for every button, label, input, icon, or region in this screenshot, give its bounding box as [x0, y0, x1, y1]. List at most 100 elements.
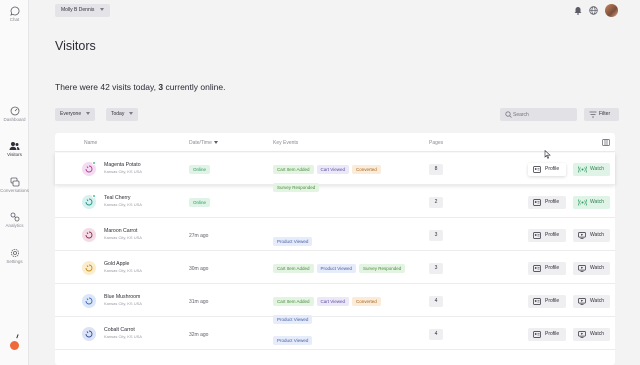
table-row[interactable]: Magenta Potato Kansas City, KS USA Online C…: [55, 153, 615, 192]
sidebar-item-label: Chat: [9, 17, 20, 22]
sidebar-item-label: Analytics: [5, 223, 24, 228]
replay-monitor-icon: [578, 298, 586, 305]
table-row[interactable]: Blue Mushroom Kansas City, KS USA 31m ago C…: [55, 285, 615, 324]
status-badge: Online: [189, 198, 211, 207]
profile-button[interactable]: Profile: [528, 328, 566, 341]
column-datetime[interactable]: Date/Time: [189, 140, 218, 146]
filter-button[interactable]: Filter: [584, 108, 619, 121]
sidebar-item-settings[interactable]: Settings: [0, 248, 29, 264]
event-tag: Cart Viewed: [316, 297, 349, 306]
table-row[interactable]: Cobalt Carrot Kansas City, KS USA 32m ago P…: [55, 318, 615, 350]
visit-time: 30m ago: [189, 266, 209, 272]
event-tag: Cart Item Added: [273, 297, 314, 306]
columns-icon[interactable]: [602, 139, 610, 146]
visitor-name[interactable]: Blue Mushroom: [104, 294, 140, 300]
watch-live-button[interactable]: Watch: [573, 163, 610, 176]
profile-card-icon: [533, 331, 541, 338]
profile-label: Profile: [545, 331, 560, 337]
status-badge: Online: [189, 165, 211, 174]
online-count: 3: [158, 82, 164, 92]
avatar[interactable]: [605, 4, 618, 17]
watch-button[interactable]: Watch: [573, 328, 610, 341]
watch-button[interactable]: Watch: [573, 295, 610, 308]
visit-time: 31m ago: [189, 299, 209, 305]
event-tag: Product Viewed: [273, 336, 313, 345]
visitor-name[interactable]: Maroon Carrot: [104, 228, 137, 234]
profile-card-icon: [533, 199, 541, 206]
sidebar-item-dashboard[interactable]: Dashboard: [0, 106, 29, 122]
table-row[interactable]: Gold Apple Kansas City, KS USA 30m ago Cart…: [55, 252, 615, 284]
key-events: Product Viewed: [273, 329, 423, 347]
mouse-cursor-icon: [544, 150, 551, 159]
profile-button[interactable]: Profile: [528, 229, 566, 242]
event-tag: Converted: [351, 297, 381, 306]
visitor-icon: [82, 327, 96, 341]
online-indicator: [92, 161, 96, 165]
watch-label: Watch: [590, 265, 604, 271]
watch-label: Watch: [590, 232, 604, 238]
profile-card-icon: [533, 298, 541, 305]
gauge-icon: [10, 106, 19, 116]
sidebar-item-analytics[interactable]: Analytics: [0, 212, 29, 228]
sidebar-item-label: Settings: [6, 259, 23, 264]
sidebar-item-chat[interactable]: Chat: [0, 6, 29, 22]
table-row[interactable]: Maroon Carrot Kansas City, KS USA 27m ago P…: [55, 219, 615, 251]
event-tag: Product Viewed: [273, 237, 313, 246]
sidebar-item-label: Visitors: [7, 152, 22, 157]
search-box[interactable]: [500, 108, 577, 121]
visitor-icon: [82, 161, 96, 176]
column-name[interactable]: Name: [84, 140, 97, 146]
bell-icon[interactable]: [574, 6, 582, 15]
search-input[interactable]: [513, 108, 573, 121]
visitor-location: Kansas City, KS USA: [104, 202, 142, 207]
visitor-name[interactable]: Gold Apple: [104, 261, 129, 267]
column-pages[interactable]: Pages: [429, 140, 443, 146]
table-header: Name Date/Time Key Events Pages: [55, 133, 615, 152]
profile-card-icon: [533, 232, 541, 239]
pages-count: 8: [429, 164, 443, 175]
sidebar-item-conversations[interactable]: Conversations: [0, 177, 29, 193]
column-key-events[interactable]: Key Events: [273, 140, 298, 146]
chevron-down-icon: [129, 112, 134, 116]
sort-desc-icon: [213, 141, 218, 145]
visit-time: 27m ago: [189, 233, 209, 239]
visitor-location: Kansas City, KS USA: [104, 235, 142, 240]
profile-button[interactable]: Profile: [528, 163, 566, 176]
pages-count: 4: [429, 329, 443, 340]
sidebar-item-visitors[interactable]: Visitors: [0, 141, 29, 157]
filter-label: Filter: [599, 111, 611, 117]
event-tag: Converted: [351, 165, 381, 174]
event-tag: Cart Viewed: [316, 165, 349, 174]
page-title: Visitors: [55, 39, 96, 53]
segment-dropdown[interactable]: Everyone: [55, 108, 96, 121]
account-selector[interactable]: Molly B Dennis: [55, 4, 111, 17]
visitor-icon: [82, 228, 96, 242]
key-events: Cart Item Added Product Viewed Survey Resp…: [273, 257, 423, 275]
profile-card-icon: [533, 265, 541, 272]
chevron-down-icon: [86, 112, 91, 116]
visitor-icon: [82, 261, 96, 275]
watch-button[interactable]: Watch: [573, 262, 610, 275]
visitor-icon: [82, 194, 96, 209]
key-events: Product Viewed: [273, 230, 423, 248]
filter-icon: [589, 111, 597, 118]
watch-live-button[interactable]: Watch: [573, 196, 610, 209]
sidebar: Chat Dashboard Visitors Conversations An…: [0, 0, 29, 365]
date-range-dropdown[interactable]: Today: [106, 108, 139, 121]
visitor-name[interactable]: Teal Cherry: [104, 195, 131, 201]
summary-prefix: There were 42 visits today,: [55, 82, 156, 92]
segment-label: Everyone: [60, 111, 82, 117]
visitor-name[interactable]: Magenta Potato: [104, 162, 141, 168]
globe-icon[interactable]: [589, 6, 598, 15]
replay-monitor-icon: [578, 265, 586, 272]
visitor-avatar-icon: [85, 231, 93, 239]
profile-button[interactable]: Profile: [528, 196, 566, 209]
watch-button[interactable]: Watch: [573, 229, 610, 242]
summary-suffix: currently online.: [165, 82, 226, 92]
profile-label: Profile: [545, 298, 560, 304]
visits-summary: There were 42 visits today, 3 currently …: [55, 82, 225, 92]
profile-button[interactable]: Profile: [528, 295, 566, 308]
status-indicator[interactable]: [10, 341, 19, 350]
profile-button[interactable]: Profile: [528, 262, 566, 275]
visitor-name[interactable]: Cobalt Carrot: [104, 327, 135, 333]
